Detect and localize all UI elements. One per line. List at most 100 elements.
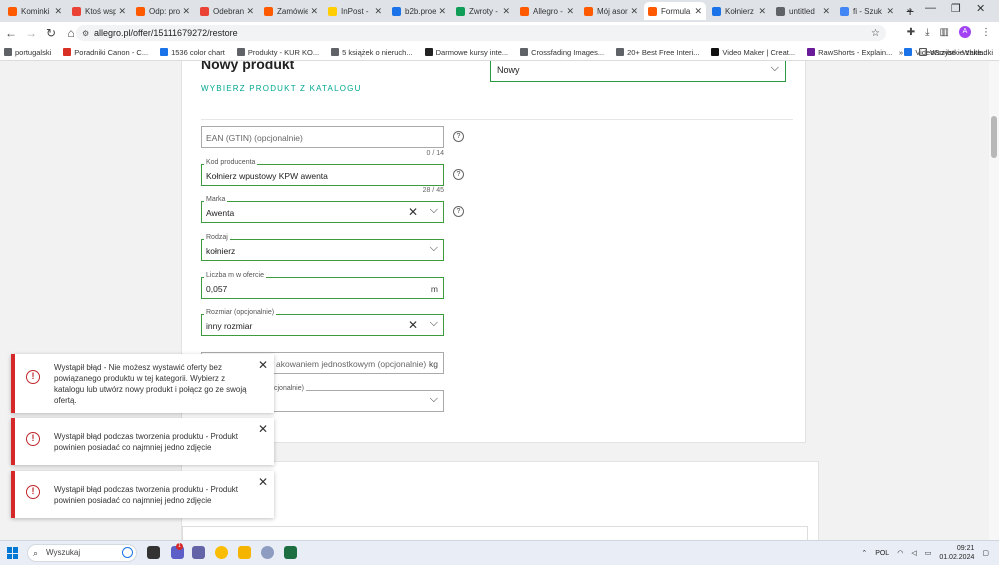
browser-tab[interactable]: Formula ✕: [644, 2, 706, 20]
browser-tab[interactable]: Odp: pro ✕: [132, 2, 194, 20]
bookmark-item[interactable]: Crossfading Images...: [520, 48, 604, 57]
bookmark-item[interactable]: Produkty - KUR KO...: [236, 48, 319, 57]
bookmark-item[interactable]: RawShorts - Explain...: [807, 48, 892, 57]
bookmark-item[interactable]: Darmowe kursy inte...: [424, 48, 508, 57]
minimize-icon[interactable]: —: [925, 2, 936, 14]
brand-select[interactable]: Marka Awenta ✕ ⌵: [201, 196, 444, 223]
download-icon[interactable]: ⤓: [925, 27, 929, 38]
bookmark-item[interactable]: 1536 color chart: [160, 48, 225, 57]
url-input[interactable]: ⚙ allegro.pl/offer/15111679272/restore ☆: [76, 25, 886, 41]
bookmark-item[interactable]: Poradniki Canon - C...: [63, 48, 148, 57]
chrome-icon[interactable]: [215, 546, 228, 559]
tray-chevron-icon[interactable]: ⌃: [861, 549, 867, 557]
help-circle-icon[interactable]: ?: [453, 131, 464, 142]
browser-tab[interactable]: Ktoś wsp ✕: [68, 2, 130, 20]
scrollbar-thumb[interactable]: [991, 116, 997, 158]
size-label: Rozmiar (opcjonalnie): [204, 309, 277, 316]
browser-tab[interactable]: Zamówie ✕: [260, 2, 322, 20]
ean-field[interactable]: EAN (GTIN) (opcjonalnie): [201, 126, 444, 148]
tab-close-icon[interactable]: ✕: [758, 6, 766, 17]
volume-icon[interactable]: ◁: [911, 549, 916, 557]
browser-tab[interactable]: b2b.proe ✕: [388, 2, 450, 20]
side-panel-icon[interactable]: ▥: [940, 27, 949, 38]
window-close-icon[interactable]: ✕: [976, 2, 985, 15]
tab-favicon-icon: [200, 6, 209, 16]
producer-code-counter: 28 / 45: [422, 187, 444, 194]
tab-favicon-icon: [328, 6, 337, 16]
bookmark-item[interactable]: 20+ Best Free Interi...: [616, 48, 699, 57]
taskbar-search[interactable]: ⌕ Wyszukaj: [27, 544, 137, 562]
tab-label: Formula: [661, 6, 691, 16]
close-icon[interactable]: ✕: [258, 475, 268, 489]
notifications-icon[interactable]: ▢: [982, 549, 989, 557]
windows-start-icon[interactable]: [7, 547, 19, 559]
producer-code-field[interactable]: Kod producenta Kołnierz wpustowy KPW awe…: [201, 159, 444, 186]
bookmark-item[interactable]: portugalski: [4, 48, 51, 57]
browser-tab[interactable]: Kominki ✕: [4, 2, 66, 20]
tab-close-icon[interactable]: ✕: [118, 6, 126, 17]
tab-close-icon[interactable]: ✕: [246, 6, 254, 17]
tab-close-icon[interactable]: ✕: [566, 6, 574, 17]
language-indicator[interactable]: POL: [875, 550, 889, 557]
profile-avatar[interactable]: A: [959, 26, 971, 38]
browser-tab[interactable]: InPost - ✕: [324, 2, 386, 20]
star-icon[interactable]: ☆: [871, 28, 880, 39]
browser-tab[interactable]: Mój asor ✕: [580, 2, 642, 20]
teams-icon[interactable]: [192, 546, 205, 559]
reload-icon[interactable]: ↻: [42, 26, 60, 40]
tab-search-icon[interactable]: ⌄: [905, 2, 914, 15]
chevron-down-icon[interactable]: ⌵: [430, 204, 438, 217]
meters-field[interactable]: Liczba m w ofercie 0,057 m: [201, 272, 444, 299]
all-bookmarks-button[interactable]: Wszystkie zakładki: [919, 48, 993, 57]
bookmark-item[interactable]: 5 książek o nieruch...: [331, 48, 413, 57]
tab-close-icon[interactable]: ✕: [374, 6, 382, 17]
forward-icon[interactable]: →: [22, 26, 40, 40]
help-circle-icon[interactable]: ?: [453, 169, 464, 180]
menu-icon[interactable]: ⋮: [981, 27, 991, 38]
tab-close-icon[interactable]: ✕: [886, 6, 894, 17]
size-value: inny rozmiar: [206, 321, 253, 331]
browser-tab[interactable]: fi - Szuk ✕: [836, 2, 898, 20]
tab-close-icon[interactable]: ✕: [822, 6, 830, 17]
browser-tab[interactable]: Odebrane✕: [196, 2, 258, 20]
clear-icon[interactable]: ✕: [408, 318, 418, 332]
more-bookmarks-icon[interactable]: »: [899, 48, 903, 57]
back-icon[interactable]: ←: [2, 26, 20, 40]
extensions-icon[interactable]: ✚: [907, 27, 915, 38]
clock[interactable]: 09:21 01.02.2024: [939, 544, 974, 562]
clear-icon[interactable]: ✕: [408, 205, 418, 219]
bookmark-label: Poradniki Canon - C...: [74, 47, 149, 57]
clock-time: 09:21: [956, 545, 975, 552]
browser-tab[interactable]: Kołnierz ✕: [708, 2, 770, 20]
tab-close-icon[interactable]: ✕: [310, 6, 318, 17]
site-info-icon[interactable]: ⚙: [82, 29, 89, 38]
type-select[interactable]: Rodzaj kołnierz ⌵: [201, 234, 444, 261]
tab-close-icon[interactable]: ✕: [694, 6, 702, 17]
browser-tab[interactable]: Allegro - ✕: [516, 2, 578, 20]
tab-close-icon[interactable]: ✕: [630, 6, 638, 17]
chevron-down-icon[interactable]: ⌵: [430, 393, 438, 406]
battery-icon[interactable]: ▭: [925, 549, 932, 557]
size-select[interactable]: Rozmiar (opcjonalnie) inny rozmiar ✕ ⌵: [201, 309, 444, 336]
browser-tab[interactable]: untitled ✕: [772, 2, 834, 20]
wifi-icon[interactable]: ◠: [897, 549, 903, 557]
excel-icon[interactable]: [284, 546, 297, 559]
help-circle-icon[interactable]: ?: [453, 206, 464, 217]
app-icon[interactable]: [261, 546, 274, 559]
maximize-icon[interactable]: ❐: [951, 2, 961, 15]
bookmark-item[interactable]: Video Maker | Creat...: [711, 48, 795, 57]
tab-close-icon[interactable]: ✕: [502, 6, 510, 17]
close-icon[interactable]: ✕: [258, 422, 268, 436]
close-icon[interactable]: ✕: [258, 358, 268, 372]
task-view-icon[interactable]: [147, 546, 160, 559]
browser-tab[interactable]: Zwroty - ✕: [452, 2, 514, 20]
tab-close-icon[interactable]: ✕: [182, 6, 190, 17]
page-scrollbar[interactable]: [989, 61, 999, 540]
tab-close-icon[interactable]: ✕: [54, 6, 62, 17]
chevron-down-icon[interactable]: ⌵: [430, 242, 438, 255]
tab-close-icon[interactable]: ✕: [438, 6, 446, 17]
choose-from-catalog-link[interactable]: WYBIERZ PRODUKT Z KATALOGU: [201, 84, 362, 93]
file-explorer-icon[interactable]: [238, 546, 251, 559]
condition-select[interactable]: Nowy ⌵: [490, 61, 786, 82]
chevron-down-icon[interactable]: ⌵: [430, 317, 438, 330]
